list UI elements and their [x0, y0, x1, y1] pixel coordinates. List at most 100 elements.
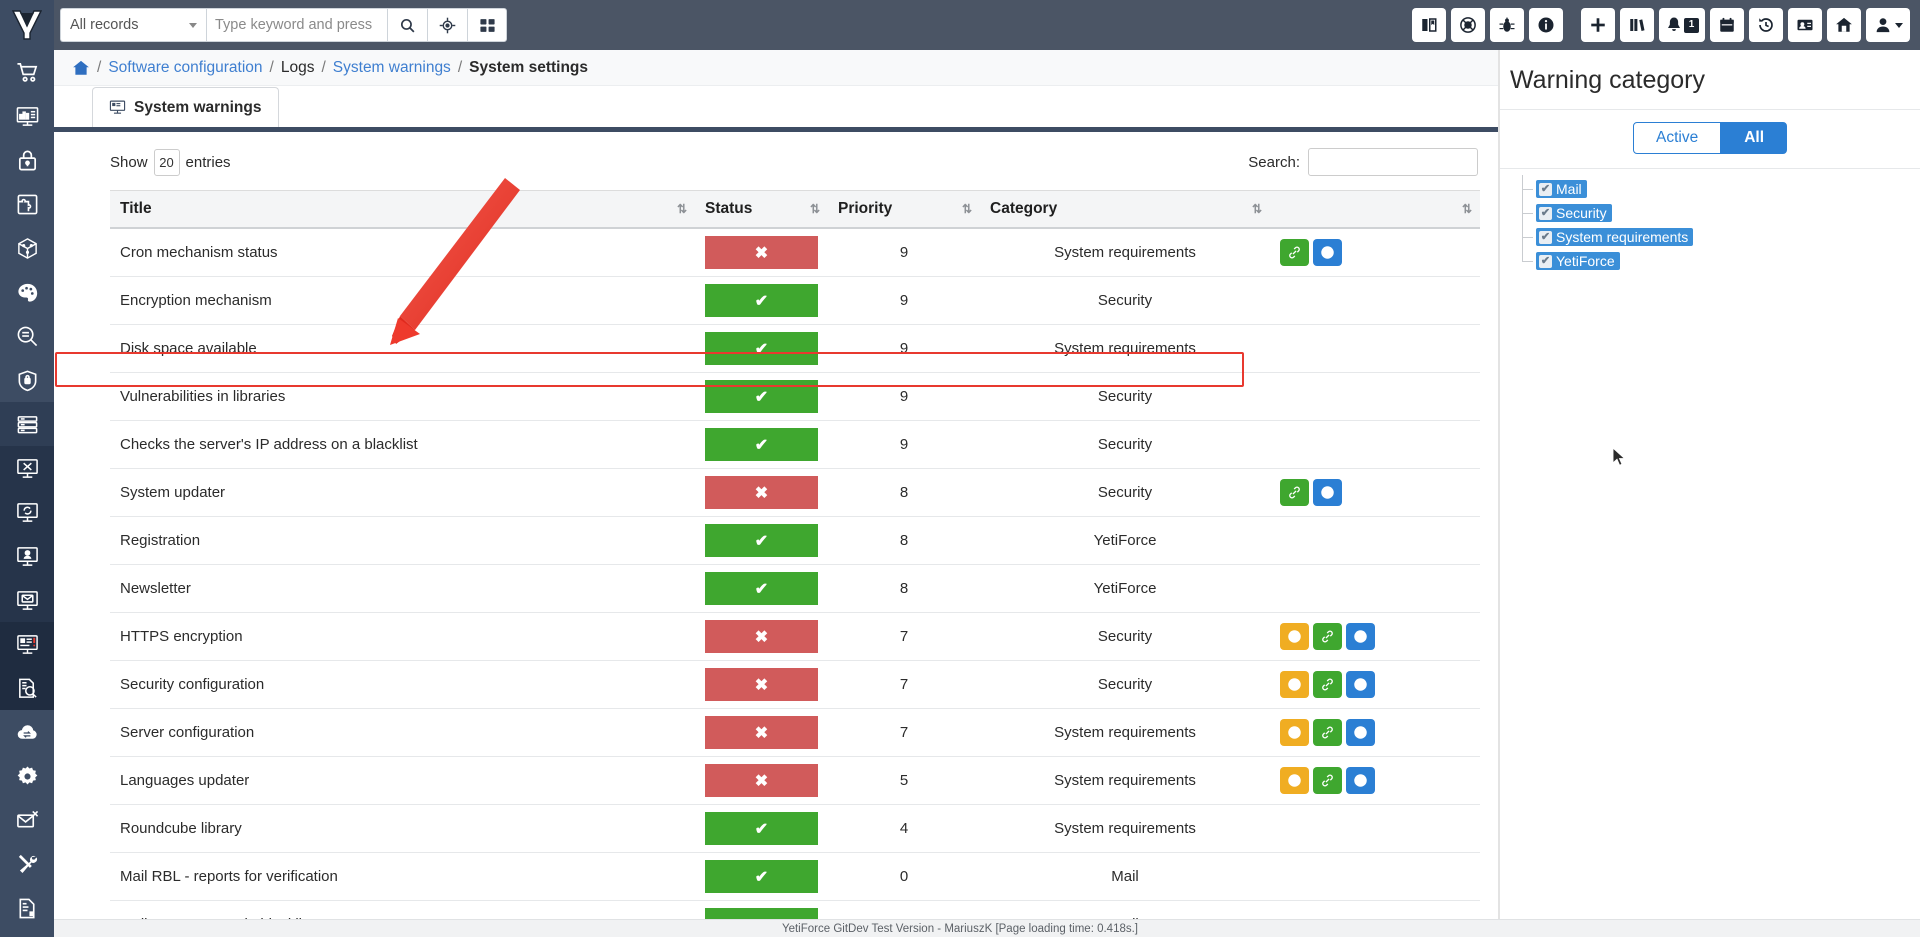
status-error-icon: ✖	[705, 620, 818, 653]
sidebar-item-users[interactable]	[0, 534, 54, 578]
disable-warning-button[interactable]	[1280, 767, 1309, 794]
report-bug-button[interactable]	[1490, 8, 1524, 42]
checkbox-checked-icon[interactable]: ✔	[1539, 182, 1552, 196]
cell-priority: 7	[828, 660, 980, 709]
search-input[interactable]	[206, 8, 387, 42]
support-button[interactable]	[1451, 8, 1485, 42]
tab-system-warnings[interactable]: System warnings	[92, 87, 279, 127]
filter-active-button[interactable]: Active	[1632, 122, 1722, 154]
table-row[interactable]: System updater ✖ 8 Security	[110, 468, 1480, 517]
cell-priority: 9	[828, 420, 980, 469]
cell-category: System requirements	[980, 708, 1270, 757]
sidebar-item-tools[interactable]	[0, 446, 54, 490]
column-header-status[interactable]: Status ⇅	[695, 190, 828, 229]
sidebar-item-system-warnings[interactable]	[0, 622, 54, 666]
fix-link-button[interactable]	[1313, 719, 1342, 746]
checkbox-checked-icon[interactable]: ✔	[1539, 254, 1552, 268]
details-button[interactable]	[1346, 719, 1375, 746]
cell-title: HTTPS encryption	[110, 612, 695, 661]
sidebar-item-reports[interactable]	[0, 886, 54, 919]
table-row[interactable]: HTTPS encryption ✖ 7 Security	[110, 612, 1480, 661]
sidebar-item-maintenance[interactable]	[0, 842, 54, 886]
contacts-button[interactable]	[1788, 8, 1822, 42]
table-row[interactable]: Roundcube library ✔ 4 System requirements	[110, 804, 1480, 853]
column-header-actions[interactable]: ⇅	[1270, 190, 1480, 229]
calendar-button[interactable]	[1710, 8, 1744, 42]
column-header-priority[interactable]: Priority ⇅	[828, 190, 980, 229]
history-button[interactable]	[1749, 8, 1783, 42]
category-chip[interactable]: ✔ Mail	[1536, 180, 1587, 198]
sidebar-item-logs-viewer[interactable]	[0, 666, 54, 710]
checkbox-checked-icon[interactable]: ✔	[1539, 230, 1552, 244]
table-row[interactable]: Cron mechanism status ✖ 9 System requiremen…	[110, 228, 1480, 277]
sidebar-item-logs-search[interactable]	[0, 314, 54, 358]
documentation-button[interactable]	[1412, 8, 1446, 42]
table-row[interactable]: Languages updater ✖ 5 System requirements	[110, 756, 1480, 805]
sidebar-item-security-lock[interactable]	[0, 138, 54, 182]
fix-link-button[interactable]	[1280, 239, 1309, 266]
details-button[interactable]	[1313, 479, 1342, 506]
sidebar-item-dashboard[interactable]	[0, 94, 54, 138]
sidebar-item-sync[interactable]	[0, 490, 54, 534]
disable-warning-button[interactable]	[1280, 719, 1309, 746]
status-ok-icon: ✔	[705, 380, 818, 413]
breadcrumb-item-software-configuration[interactable]: Software configuration	[108, 59, 262, 77]
breadcrumb-item-system-warnings[interactable]: System warnings	[333, 59, 451, 77]
table-row[interactable]: Newsletter ✔ 8 YetiForce	[110, 564, 1480, 613]
sidebar-item-mail-delete[interactable]	[0, 798, 54, 842]
knowledge-base-button[interactable]	[1620, 8, 1654, 42]
checkbox-checked-icon[interactable]: ✔	[1539, 206, 1552, 220]
column-header-category[interactable]: Category ⇅	[980, 190, 1270, 229]
sidebar-item-system-list[interactable]	[0, 402, 54, 446]
fix-link-button[interactable]	[1280, 479, 1309, 506]
category-chip[interactable]: ✔ System requirements	[1536, 228, 1694, 246]
sidebar-item-security-shield[interactable]	[0, 358, 54, 402]
sidebar-item-appearance[interactable]	[0, 270, 54, 314]
details-button[interactable]	[1346, 623, 1375, 650]
sidebar-item-sales[interactable]	[0, 50, 54, 94]
page-length-input[interactable]	[153, 148, 180, 176]
app-logo[interactable]	[0, 0, 54, 50]
advanced-search-button[interactable]	[427, 8, 467, 42]
table-search-input[interactable]	[1308, 148, 1478, 176]
about-button[interactable]	[1529, 8, 1563, 42]
disable-warning-button[interactable]	[1280, 623, 1309, 650]
table-row[interactable]: Registration ✔ 8 YetiForce	[110, 516, 1480, 565]
modules-grid-button[interactable]	[467, 8, 507, 42]
category-chip[interactable]: ✔ YetiForce	[1536, 252, 1620, 270]
cell-actions	[1270, 372, 1480, 421]
category-chip[interactable]: ✔ Security	[1536, 204, 1612, 222]
fix-link-button[interactable]	[1313, 623, 1342, 650]
breadcrumb-home-icon[interactable]	[72, 59, 90, 77]
cell-title: Mail RBL - reports for verification	[110, 852, 695, 901]
sidebar-item-mail[interactable]	[0, 578, 54, 622]
sidebar-item-integrations[interactable]	[0, 182, 54, 226]
user-menu-button[interactable]	[1866, 8, 1910, 42]
table-row[interactable]: Security configuration ✖ 7 Security	[110, 660, 1480, 709]
table-row[interactable]: Server configuration ✖ 7 System requirement…	[110, 708, 1480, 757]
details-button[interactable]	[1346, 671, 1375, 698]
table-row[interactable]: Mail RBL - reports for verification ✔ 0 Mai…	[110, 852, 1480, 901]
table-row[interactable]: Checks the server's IP address on a blac…	[110, 420, 1480, 469]
search-button[interactable]	[387, 8, 427, 42]
quick-create-button[interactable]	[1581, 8, 1615, 42]
table-row[interactable]: Encryption mechanism ✔ 9 Security	[110, 276, 1480, 325]
column-header-title[interactable]: Title ⇅	[110, 190, 695, 229]
filter-all-button[interactable]: All	[1721, 122, 1788, 154]
details-button[interactable]	[1313, 239, 1342, 266]
sidebar-item-settings[interactable]	[0, 754, 54, 798]
notifications-button[interactable]: 1	[1659, 8, 1705, 42]
table-row[interactable]: Disk space available ✔ 9 System requirement…	[110, 324, 1480, 373]
cell-category: Security	[980, 468, 1270, 517]
disable-warning-button[interactable]	[1280, 671, 1309, 698]
details-button[interactable]	[1346, 767, 1375, 794]
table-row[interactable]: Mail RBL - reports in blacklist ✔ 0Mail	[110, 900, 1480, 919]
fix-link-button[interactable]	[1313, 767, 1342, 794]
sidebar-item-cloud[interactable]	[0, 710, 54, 754]
fix-link-button[interactable]	[1313, 671, 1342, 698]
records-filter-select[interactable]: All records	[60, 8, 206, 42]
body-wrapper: / Software configuration / Logs / System…	[0, 50, 1920, 919]
home-button[interactable]	[1827, 8, 1861, 42]
table-row[interactable]: Vulnerabilities in libraries ✔ 9 Security	[110, 372, 1480, 421]
sidebar-item-modules[interactable]	[0, 226, 54, 270]
